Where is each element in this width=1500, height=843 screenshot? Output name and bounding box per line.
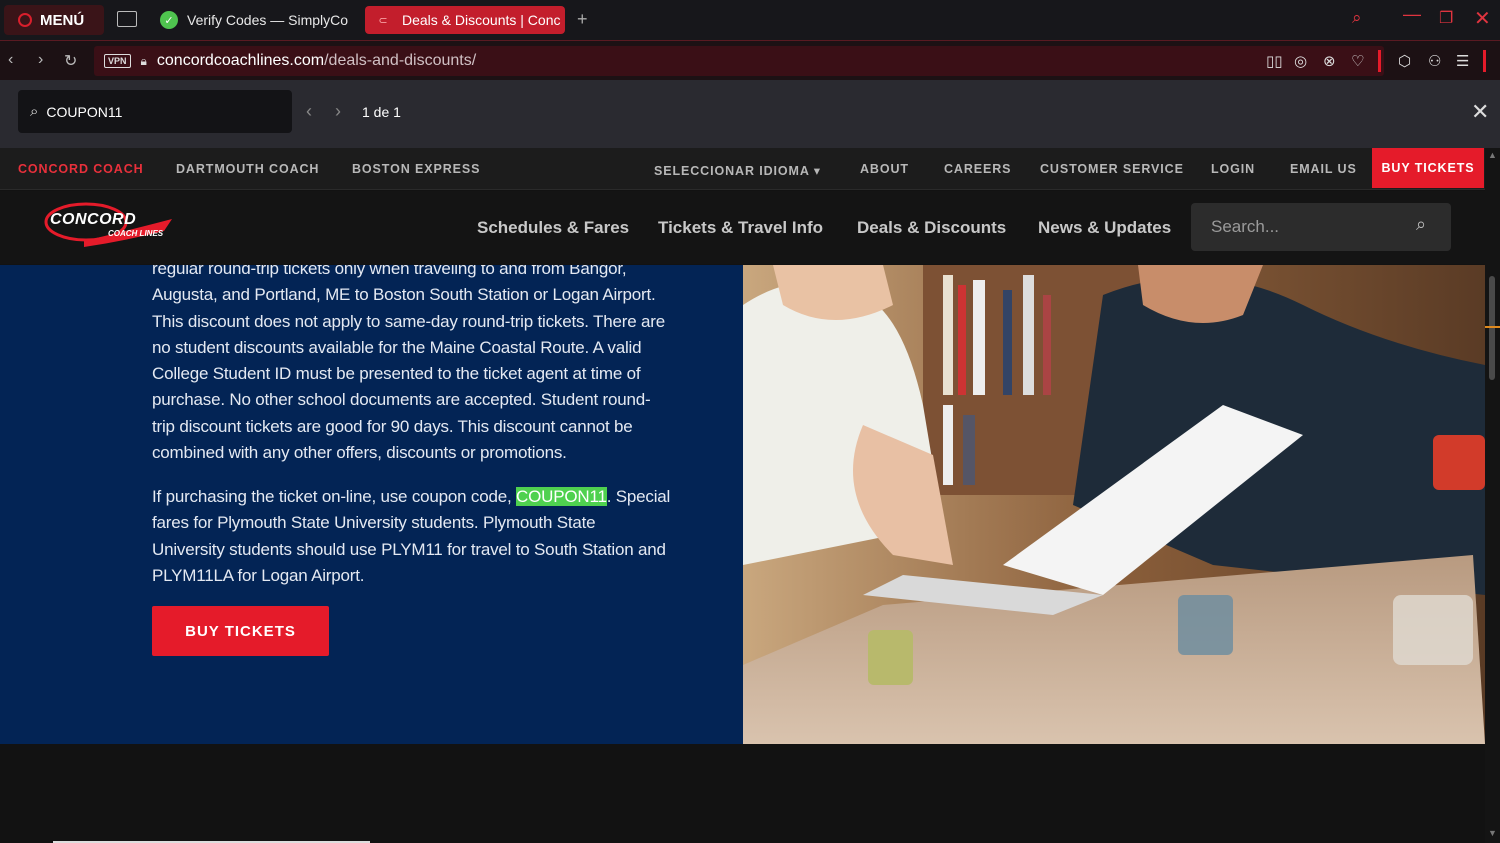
find-search-icon: ⌕ [30, 103, 39, 120]
profile-icon[interactable]: ⚇ [1428, 52, 1441, 70]
find-input[interactable] [46, 103, 267, 120]
site-main-nav: CONCORD COACH LINES Schedules & Fares Ti… [0, 191, 1485, 264]
page-below-content [0, 744, 1485, 843]
top-link-careers[interactable]: CAREERS [944, 162, 1011, 176]
top-link-about[interactable]: ABOUT [860, 162, 909, 176]
content-buy-tickets-button[interactable]: BUY TICKETS [152, 606, 329, 656]
tab-verify-codes[interactable]: ✓ Verify Codes — SimplyCo [152, 6, 352, 34]
tab-manager-icon[interactable] [117, 11, 137, 27]
brand-link-dartmouth[interactable]: DARTMOUTH COACH [176, 162, 319, 176]
lock-icon[interactable]: 🔒︎ [141, 54, 147, 69]
top-link-customer-service[interactable]: CUSTOMER SERVICE [1040, 162, 1184, 176]
logo-text-concord: CONCORD [50, 211, 137, 228]
close-window-icon[interactable]: ✕ [1474, 6, 1491, 31]
red-divider [1378, 50, 1381, 72]
tab-label: Verify Codes — SimplyCo [187, 12, 349, 28]
url-text: concordcoachlines.com/deals-and-discount… [157, 52, 476, 70]
find-match-marker [1485, 326, 1500, 328]
red-divider-right [1483, 50, 1486, 72]
page-scrollbar[interactable]: ▲ ▼ [1485, 148, 1500, 843]
find-prev-icon[interactable]: ‹ [306, 101, 312, 122]
discount-content-panel: regular round-trip tickets only when tra… [0, 265, 743, 744]
browser-tab-bar: MENÚ ✓ Verify Codes — SimplyCo ⊂ Deals &… [0, 0, 1500, 40]
tab-deals-discounts[interactable]: ⊂ Deals & Discounts | Conc [365, 6, 565, 34]
concord-coach-logo[interactable]: CONCORD COACH LINES [44, 199, 174, 255]
url-path: /deals-and-discounts/ [324, 52, 477, 69]
find-in-page-bar: ⌕ ‹ › 1 de 1 ✕ [0, 80, 1500, 148]
find-match-count: 1 de 1 [362, 104, 401, 120]
main-nav-schedules-fares[interactable]: Schedules & Fares [477, 218, 629, 238]
easy-setup-icon[interactable]: ☰ [1456, 52, 1469, 70]
top-buy-tickets-button[interactable]: BUY TICKETS [1372, 148, 1484, 188]
bookmark-heart-icon[interactable]: ♡ [1351, 52, 1364, 70]
student-discount-paragraph: regular round-trip tickets only when tra… [152, 265, 665, 463]
url-field[interactable]: VPN 🔒︎ concordcoachlines.com/deals-and-d… [94, 46, 1384, 76]
back-icon[interactable]: ‹ [8, 51, 13, 69]
adblock-icon[interactable]: ⊗ [1323, 52, 1336, 70]
concord-favicon-icon: ⊂ [378, 14, 388, 27]
logo-text-coach-lines: COACH LINES [108, 229, 164, 238]
students-photo [743, 265, 1485, 744]
main-nav-tickets-travel-info[interactable]: Tickets & Travel Info [658, 218, 823, 238]
reader-view-icon[interactable]: ▯▯ [1266, 52, 1283, 70]
find-close-icon[interactable]: ✕ [1471, 99, 1489, 125]
vpn-badge[interactable]: VPN [104, 54, 131, 68]
coupon-text-before: If purchasing the ticket on-line, use co… [152, 487, 517, 506]
minimize-icon[interactable]: — [1403, 4, 1421, 25]
site-search-icon[interactable]: ⌕ [1416, 214, 1426, 235]
forward-icon[interactable]: › [38, 51, 43, 69]
opera-logo-icon [18, 13, 32, 27]
simplycodes-favicon-icon: ✓ [160, 11, 178, 29]
site-search-input[interactable] [1211, 217, 1411, 237]
scroll-down-icon[interactable]: ▼ [1488, 828, 1497, 838]
search-tabs-icon[interactable]: ⌕ [1352, 8, 1362, 28]
find-input-wrap[interactable]: ⌕ [18, 90, 292, 133]
brand-link-boston-express[interactable]: BOSTON EXPRESS [352, 162, 480, 176]
tab-label: Deals & Discounts | Conc [402, 12, 561, 28]
browser-menu-button[interactable]: MENÚ [4, 5, 104, 35]
language-selector[interactable]: SELECCIONAR IDIOMA ▾ [654, 163, 821, 178]
url-domain: concordcoachlines.com [156, 52, 325, 69]
students-photo-illustration [743, 265, 1485, 744]
browser-address-bar: ‹ › ↻ VPN 🔒︎ concordcoachlines.com/deals… [0, 40, 1500, 80]
reload-icon[interactable]: ↻ [64, 51, 77, 71]
scroll-up-icon[interactable]: ▲ [1488, 150, 1497, 160]
restore-icon[interactable]: ❐ [1439, 8, 1453, 28]
main-nav-news-updates[interactable]: News & Updates [1038, 218, 1171, 238]
brand-link-concord[interactable]: CONCORD COACH [18, 162, 144, 176]
site-top-nav: CONCORD COACH DARTMOUTH COACH BOSTON EXP… [0, 148, 1485, 190]
site-search-box: ⌕ [1191, 203, 1451, 251]
top-link-email-us[interactable]: EMAIL US [1290, 162, 1357, 176]
extensions-icon[interactable]: ⬡ [1398, 52, 1411, 70]
menu-label: MENÚ [40, 11, 85, 29]
scroll-thumb[interactable] [1489, 276, 1495, 380]
main-nav-deals-discounts[interactable]: Deals & Discounts [857, 218, 1006, 238]
new-tab-button[interactable]: + [577, 9, 588, 30]
coupon-code-highlight: COUPON11 [516, 487, 607, 506]
snapshot-icon[interactable]: ◎ [1294, 52, 1307, 70]
coupon-paragraph: If purchasing the ticket on-line, use co… [152, 484, 672, 589]
find-next-icon[interactable]: › [335, 101, 341, 122]
top-link-login[interactable]: LOGIN [1211, 162, 1255, 176]
